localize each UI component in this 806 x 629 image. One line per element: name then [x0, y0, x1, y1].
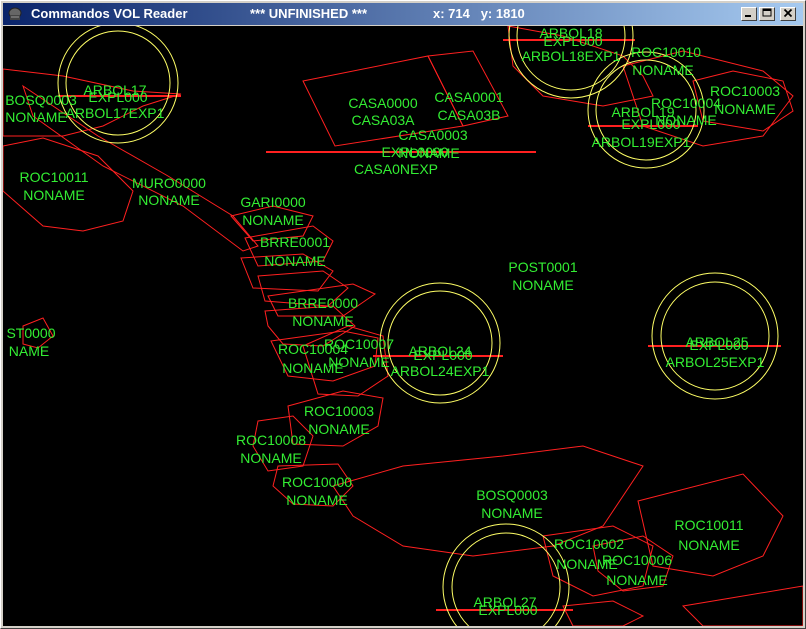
map-label: BRRE0001 — [260, 234, 330, 250]
window-title: Commandos VOL Reader — [31, 6, 188, 21]
map-label: NONAME — [512, 277, 573, 293]
map-label: ROC10004 — [278, 341, 348, 357]
map-label: ARBOL17EXP1 — [66, 105, 165, 121]
unfinished-status: *** UNFINISHED *** — [250, 6, 368, 21]
map-label: NONAME — [398, 145, 459, 161]
map-label: ROC10003 — [304, 403, 374, 419]
map-label: EXPL000 — [413, 347, 472, 363]
map-label: ROC10004 — [651, 95, 721, 111]
map-polygon — [681, 585, 803, 626]
map-label: NONAME — [240, 450, 301, 466]
map-label: NONAME — [138, 192, 199, 208]
map-label: NONAME — [282, 360, 343, 376]
commando-helmet-icon — [7, 6, 23, 22]
map-label: ARBOL18EXP1 — [522, 48, 621, 64]
map-label: ROC10011 — [674, 517, 743, 533]
map-label: NONAME — [23, 187, 84, 203]
map-label: NONAME — [632, 62, 693, 78]
map-label: GARI0000 — [240, 194, 306, 210]
close-icon — [783, 8, 793, 21]
map-label: NONAME — [655, 112, 716, 128]
map-label: ROC10008 — [236, 432, 306, 448]
app-window: Commandos VOL Reader *** UNFINISHED *** … — [0, 0, 806, 629]
maximize-icon — [762, 8, 772, 21]
map-label: ST0000 — [6, 325, 55, 341]
map-label: ROC10002 — [554, 536, 624, 552]
map-label: POST0001 — [508, 259, 577, 275]
map-label: BOSQ0003 — [476, 487, 548, 503]
map-label: ROC10010 — [631, 44, 701, 60]
minimize-icon — [744, 8, 754, 21]
map-label: CASA0001 — [434, 89, 503, 105]
map-label: ARBOL19EXP1 — [592, 134, 691, 150]
map-label: NONAME — [242, 212, 303, 228]
close-button[interactable] — [780, 7, 796, 21]
map-label: NONAME — [308, 421, 369, 437]
map-label: ARBOL24EXP1 — [391, 363, 490, 379]
map-label: BOSQ0003 — [5, 92, 77, 108]
maximize-button[interactable] — [759, 7, 775, 21]
map-label: CASA0000 — [348, 95, 417, 111]
map-label: NONAME — [292, 313, 353, 329]
map-label: CASA0NEXP — [354, 161, 438, 177]
map-label: NONAME — [286, 492, 347, 508]
title-bar[interactable]: Commandos VOL Reader *** UNFINISHED *** … — [3, 3, 803, 25]
map-label: CASA03A — [351, 112, 415, 128]
map-label: CASA0003 — [398, 127, 467, 143]
map-label: NONAME — [5, 109, 66, 125]
map-label: ROC10006 — [602, 552, 672, 568]
map-canvas[interactable]: ARBOL18 EXPL000 ARBOL18EXP1 ROC10010 NON… — [3, 26, 803, 626]
map-label: ROC10011 — [19, 169, 88, 185]
map-label: NAME — [9, 343, 49, 359]
map-label: BRRE0000 — [288, 295, 358, 311]
map-label: NONAME — [606, 572, 667, 588]
map-label: MURO0000 — [132, 175, 206, 191]
map-viewport[interactable]: ARBOL18 EXPL000 ARBOL18EXP1 ROC10010 NON… — [3, 26, 803, 626]
map-label: ROC10000 — [282, 474, 352, 490]
map-label: EXPL000 — [88, 89, 147, 105]
map-label: EXPL000 — [478, 602, 537, 618]
map-polygon — [562, 600, 645, 626]
map-label: NONAME — [714, 101, 775, 117]
map-label: CASA03B — [437, 107, 500, 123]
map-label: NONAME — [264, 253, 325, 269]
map-label: EXPL000 — [689, 337, 748, 353]
map-label: NONAME — [481, 505, 542, 521]
map-label: ARBOL25EXP1 — [666, 354, 765, 370]
map-label: NONAME — [678, 537, 739, 553]
coordinate-readout: x: 714 y: 1810 — [433, 6, 525, 21]
map-label: EXPL000 — [543, 33, 602, 49]
minimize-button[interactable] — [741, 7, 757, 21]
